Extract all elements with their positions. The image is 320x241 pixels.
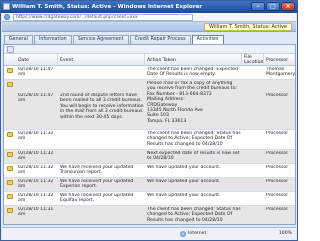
row-date: 02/28/10 11:32 am (18, 165, 54, 176)
row-processor: Processor (266, 207, 289, 212)
tab-strip: General Information Service Agreement Cr… (4, 35, 225, 45)
browser-window: William T. Smith, Status: Active - Windo… (0, 0, 298, 241)
note-icon (7, 152, 13, 157)
table-row[interactable]: 02/28/10 11:32 am Next expected date of … (4, 150, 295, 164)
row-date: 02/28/10 11:47 am (18, 93, 54, 104)
row-processor: Processor (266, 93, 289, 98)
row-date: 02/28/10 11:32 am (18, 179, 54, 190)
table-row[interactable]: 02/28/10 11:31 am The client has been ch… (4, 206, 295, 224)
table-row[interactable]: 02/28/10 11:47 am The client has been ch… (4, 66, 295, 80)
column-header-date[interactable]: Date (16, 54, 58, 66)
row-date: 02/28/10 11:32 am (18, 151, 54, 162)
tab-credit-repair-process[interactable]: Credit Repair Process (129, 35, 191, 44)
row-action: The client has been changed: Status has … (147, 131, 241, 147)
grid-header: Date Event Action Taken File Location Pr… (4, 54, 295, 66)
app-icon (3, 3, 10, 10)
tab-service-agreement[interactable]: Service Agreement (72, 35, 129, 44)
globe-icon (180, 231, 186, 237)
row-action: The client has been changed: Expected Da… (147, 67, 238, 78)
row-action: The client has been changed: Status has … (147, 207, 241, 223)
row-processor: Processor (266, 151, 289, 156)
tab-information[interactable]: Information (33, 35, 72, 44)
minimize-button[interactable]: – (251, 2, 265, 11)
table-row[interactable]: 02/28/10 11:32 am The client has been ch… (4, 130, 295, 150)
note-icon (7, 208, 13, 213)
table-row[interactable]: 02/28/10 11:32 am We have received your … (4, 192, 295, 206)
row-event: 2nd round of dispute letters have been m… (60, 93, 144, 120)
note-icon (7, 132, 13, 137)
row-action: We have updated your account. (147, 193, 221, 198)
title-bar[interactable]: William T. Smith, Status: Active - Windo… (1, 1, 297, 13)
column-header-processor[interactable]: Processor (264, 54, 295, 66)
row-action: We have updated your account. (147, 179, 221, 184)
grid-toolbar (4, 45, 295, 54)
row-event: We have received your updated Experian r… (60, 179, 134, 190)
row-processor: Processor (266, 179, 289, 184)
row-processor: Processor (266, 165, 289, 170)
column-header-event[interactable]: Event (58, 54, 145, 66)
zoom-level[interactable]: 100% (279, 231, 292, 236)
row-action: Next expected date of results is now set… (147, 151, 240, 162)
table-row[interactable]: 02/28/10 11:47 am 2nd round of dispute l… (4, 80, 295, 130)
row-action: We have updated your account. (147, 165, 221, 170)
client-banner: William T. Smith, Status: Active (2, 22, 296, 32)
row-processor: Processor (266, 131, 289, 136)
column-header-file-location[interactable]: File Location (242, 54, 264, 66)
table-row[interactable]: 02/28/10 11:32 am We have received your … (4, 164, 295, 178)
row-event: We have received your updated Equifax re… (60, 193, 134, 204)
url-field[interactable]: https://www.crdgateway.com/.../default.p… (13, 14, 193, 21)
note-icon (7, 68, 13, 73)
window-controls: – □ × (251, 2, 295, 11)
row-processor: Processor (266, 193, 289, 198)
row-action: Please mail or fax a copy of anything yo… (147, 81, 238, 124)
ie-icon (4, 14, 10, 20)
note-icon (7, 180, 13, 185)
window-title: William T. Smith, Status: Active - Windo… (12, 4, 203, 10)
client-title: William T. Smith, Status: Active (204, 23, 292, 31)
row-date: 02/28/10 11:32 am (18, 131, 54, 142)
row-processor: Thomas Montgomery (266, 67, 295, 78)
security-zone: Internet (188, 231, 207, 236)
column-header-action[interactable]: Action Taken (145, 54, 242, 66)
row-event: We have received your updated Transunion… (60, 165, 134, 176)
row-date: 02/28/10 11:31 am (18, 207, 54, 218)
row-date: 02/28/10 11:32 am (18, 193, 54, 204)
note-icon (7, 166, 13, 171)
status-bar: Internet 100% (2, 227, 296, 240)
address-bar: https://www.crdgateway.com/.../default.p… (2, 13, 296, 22)
note-icon (7, 194, 13, 199)
maximize-button[interactable]: □ (266, 2, 280, 11)
note-icon (7, 82, 13, 87)
add-note-button[interactable] (7, 46, 14, 53)
tab-general[interactable]: General (4, 35, 33, 44)
table-row[interactable]: 02/28/10 11:32 am We have received your … (4, 178, 295, 192)
activities-panel: Date Event Action Taken File Location Pr… (3, 44, 296, 225)
row-date: 02/28/10 11:47 am (18, 67, 54, 78)
close-button[interactable]: × (281, 2, 295, 11)
